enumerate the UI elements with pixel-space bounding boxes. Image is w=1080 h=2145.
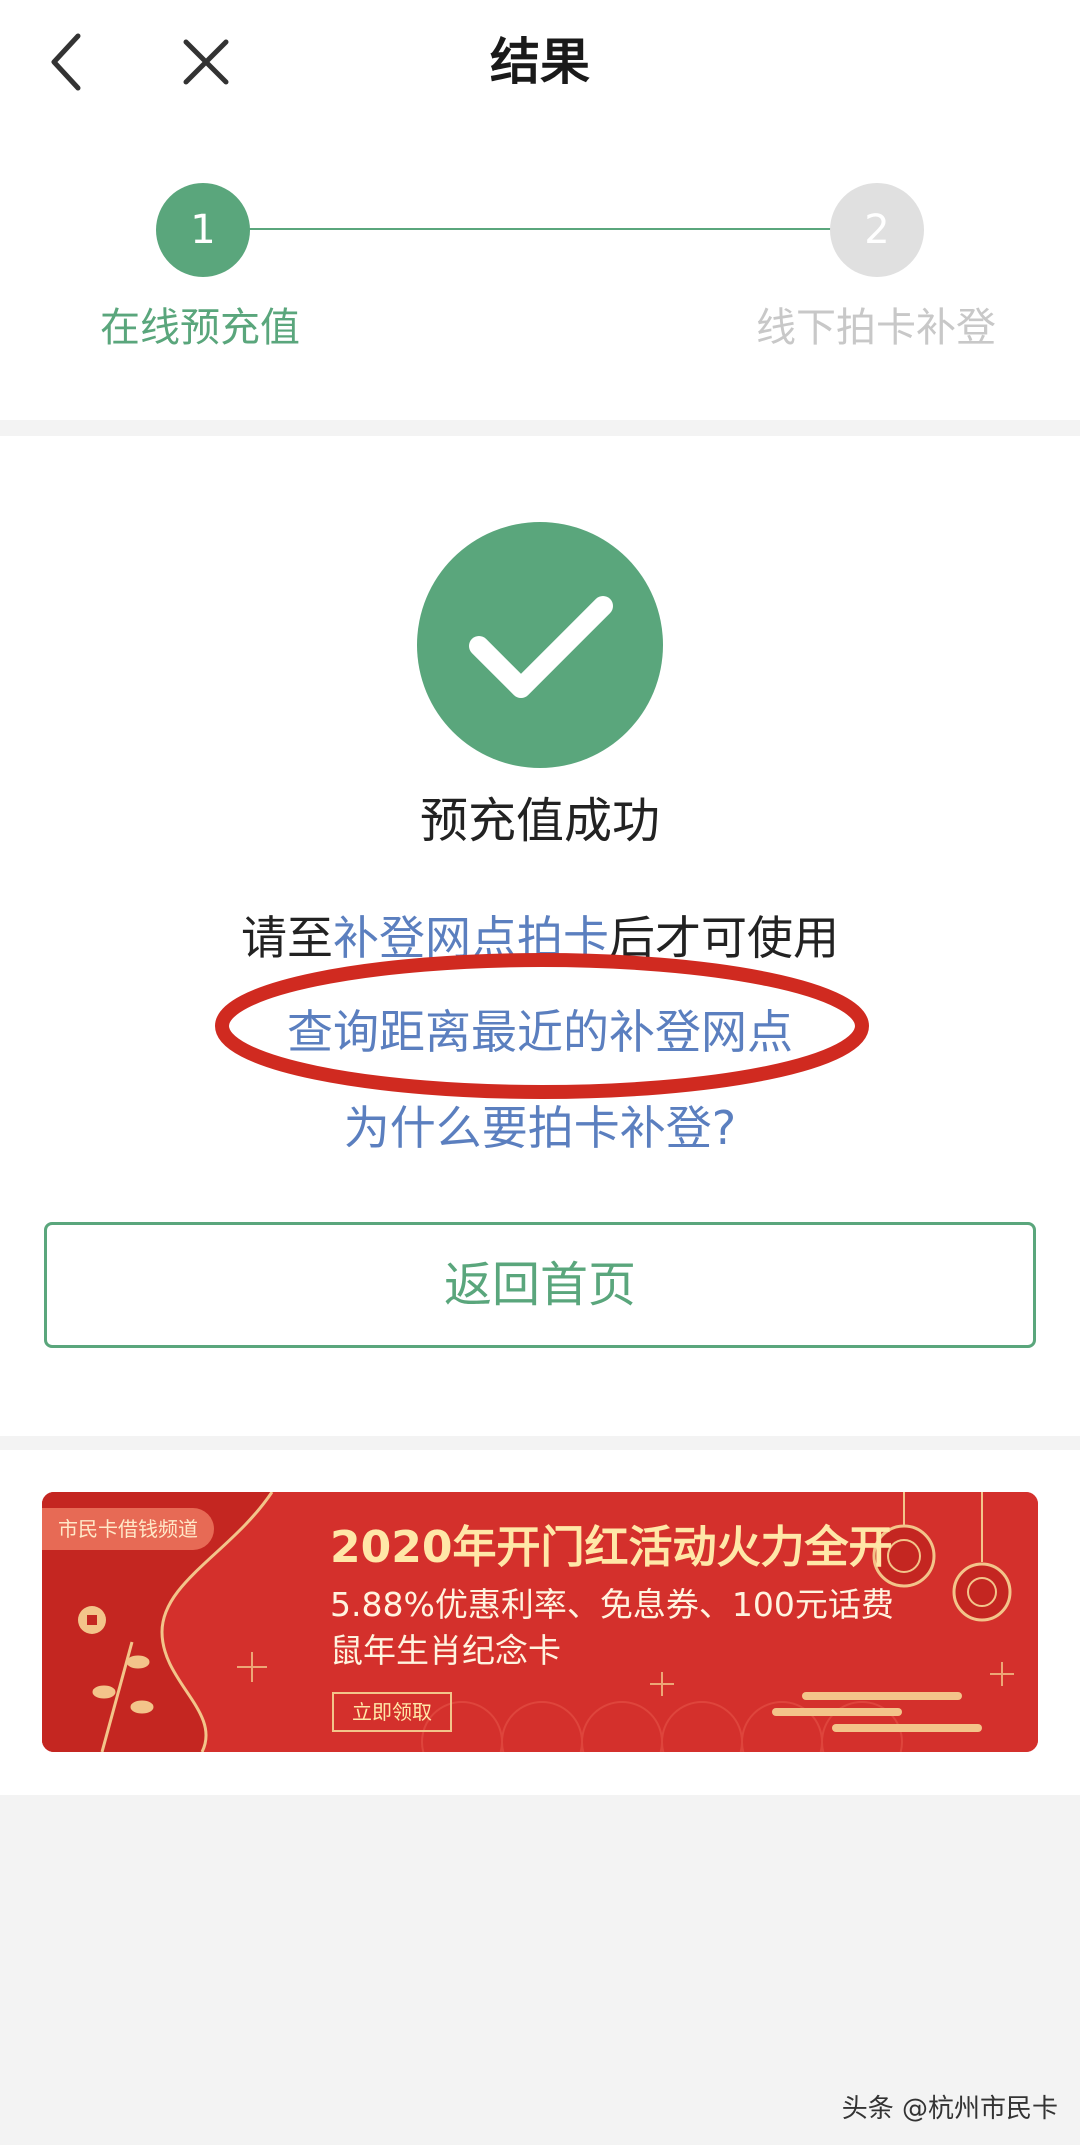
progress-steps: 1 2 在线预充值 线下拍卡补登 — [0, 175, 1080, 375]
home-button[interactable]: 返回首页 — [44, 1222, 1036, 1348]
banner-headline: 2020年开门红活动火力全开 — [330, 1522, 893, 1573]
coin-icon — [78, 1606, 106, 1634]
banner-line-1: 5.88%优惠利率、免息券、100元话费 — [330, 1585, 894, 1624]
banner-section: 市民卡借钱频道 2020年开门红活动火力全开 5.88%优惠利率、免息券、100… — [0, 1450, 1080, 1795]
step-connector — [203, 228, 878, 230]
page: 结果 1 2 在线预充值 线下拍卡补登 预充值成功 请至补登网点拍卡后才可使用 … — [0, 0, 1080, 2145]
banner-line-2: 鼠年生肖纪念卡 — [330, 1631, 561, 1670]
nav-bar: 结果 — [0, 0, 1080, 130]
step-1-circle: 1 — [156, 183, 250, 277]
step-2-label: 线下拍卡补登 — [756, 305, 996, 351]
checkmark-icon — [469, 596, 613, 698]
check-circle-icon — [417, 522, 663, 768]
annotation-ellipse — [215, 953, 869, 1099]
step-2-circle: 2 — [830, 183, 924, 277]
result-section: 预充值成功 请至补登网点拍卡后才可使用 查询距离最近的补登网点 为什么要拍卡补登… — [0, 436, 1080, 1436]
banner-cta-button[interactable]: 立即领取 — [332, 1692, 452, 1732]
banner-tag: 市民卡借钱频道 — [42, 1508, 214, 1550]
why-link[interactable]: 为什么要拍卡补登? — [0, 1100, 1080, 1156]
success-title: 预充值成功 — [419, 793, 660, 849]
top-section: 结果 1 2 在线预充值 线下拍卡补登 — [0, 0, 1080, 420]
page-title: 结果 — [490, 33, 590, 91]
watermark: 头条 @杭州市民卡 — [841, 2094, 1058, 2124]
promo-banner[interactable]: 市民卡借钱频道 2020年开门红活动火力全开 5.88%优惠利率、免息券、100… — [42, 1492, 1038, 1752]
step-1-label: 在线预充值 — [100, 305, 300, 351]
